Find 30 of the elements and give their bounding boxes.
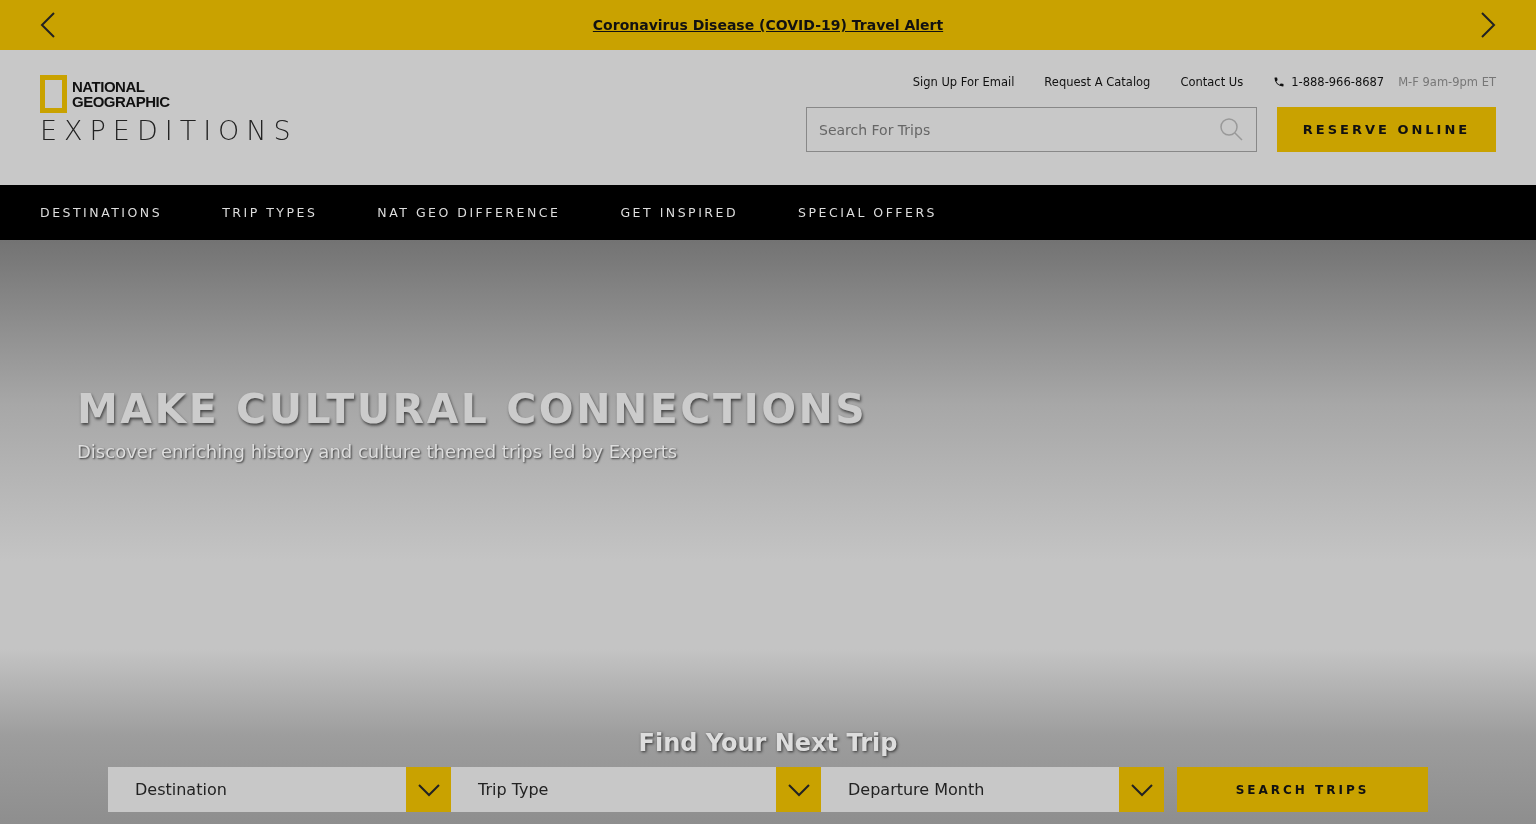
hero-subtitle: Discover enriching history and culture themed trips led by Experts: [77, 441, 678, 462]
logo-frame-icon: [40, 75, 67, 113]
utility-link[interactable]: Contact Us: [1180, 75, 1244, 89]
phone-number[interactable]: 1-888-966-8687: [1291, 75, 1385, 89]
nav-item[interactable]: NAT GEO DIFFERENCE: [377, 205, 561, 220]
travel-alert-link[interactable]: Coronavirus Disease (COVID-19) Travel Alert: [592, 17, 944, 33]
nav-item[interactable]: GET INSPIRED: [620, 205, 739, 220]
logo-wordmark: EXPEDITIONS: [40, 115, 298, 146]
reserve-online-button[interactable]: RESERVE ONLINE: [1277, 107, 1496, 152]
hero-title: MAKE CULTURAL CONNECTIONS: [77, 385, 868, 433]
utility-link[interactable]: Request A Catalog: [1044, 75, 1151, 89]
chevron-left-icon[interactable]: [40, 12, 56, 38]
chevron-right-icon[interactable]: [1480, 12, 1496, 38]
select-dropdown[interactable]: Destination: [108, 767, 451, 812]
utility-link[interactable]: Sign Up For Email: [912, 75, 1015, 89]
logo-text: GEOGRAPHIC: [72, 94, 170, 109]
chevron-down-icon: [1130, 782, 1153, 797]
nav-item[interactable]: TRIP TYPES: [222, 205, 318, 220]
select-dropdown[interactable]: Departure Month: [821, 767, 1164, 812]
nav-item[interactable]: DESTINATIONS: [40, 205, 163, 220]
finder-heading: Find Your Next Trip: [638, 729, 898, 757]
chevron-down-icon: [417, 782, 440, 797]
phone-hours: M-F 9am-9pm ET: [1398, 75, 1496, 89]
nav-item[interactable]: SPECIAL OFFERS: [798, 205, 938, 220]
search-trips-button[interactable]: SEARCH TRIPS: [1177, 767, 1428, 812]
search-field[interactable]: Search For Trips: [806, 107, 1257, 152]
phone-icon: [1273, 76, 1286, 88]
select-dropdown[interactable]: Trip Type: [451, 767, 821, 812]
chevron-down-icon: [787, 782, 810, 797]
logo-text: NATIONAL: [72, 79, 146, 94]
